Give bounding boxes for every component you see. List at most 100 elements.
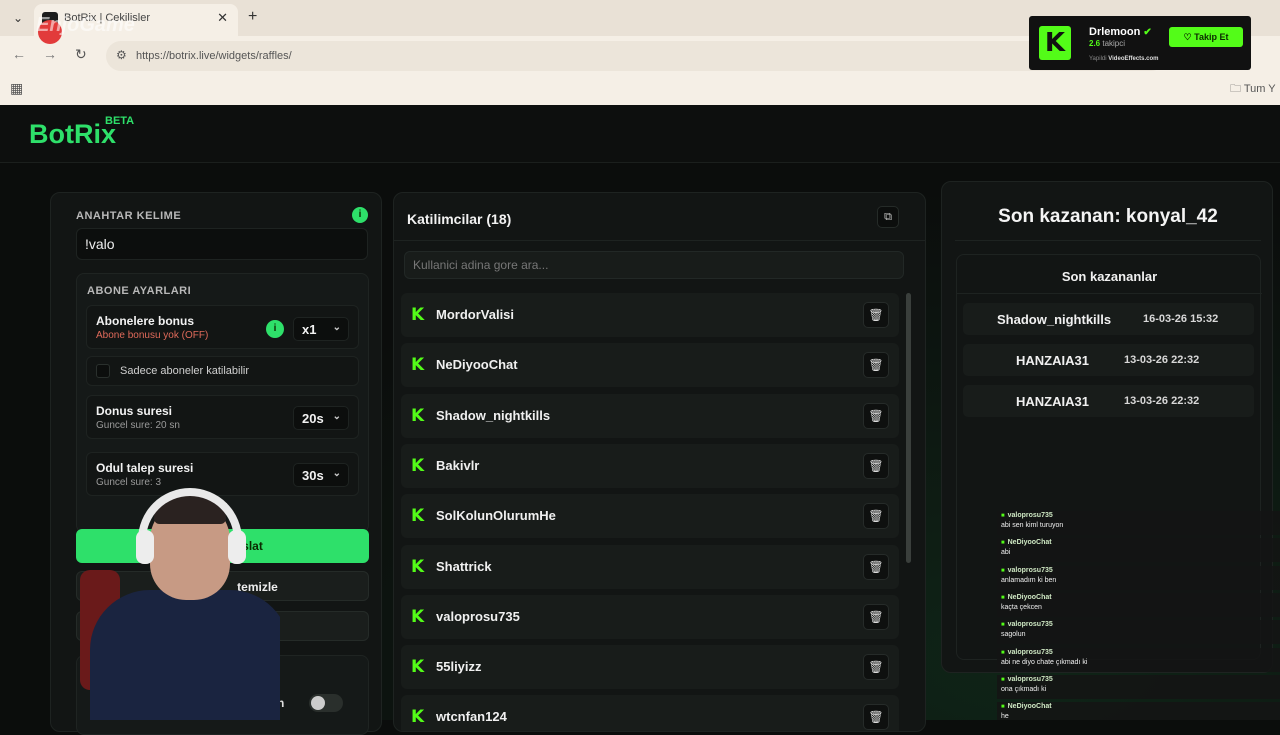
site-settings-icon[interactable]: ⚙ (116, 48, 127, 62)
participant-name: NeDiyooChat (436, 357, 518, 373)
keyword-input[interactable] (76, 228, 368, 260)
tab-search-dropdown-icon[interactable]: ⌄ (8, 8, 28, 28)
chat-message: NeDiyooChat kaçta çekcen (997, 592, 1280, 617)
kick-icon: K (411, 657, 425, 678)
sub-bonus-label: Abonelere bonus (96, 314, 195, 328)
sub-bonus-info-icon[interactable]: i (266, 320, 284, 338)
apps-grid-icon[interactable]: ▦ (10, 80, 23, 97)
chat-message: NeDiyooChat abi (997, 538, 1280, 563)
winner-date: 16-03-26 15:32 (1143, 313, 1219, 325)
delete-participant-button[interactable]: 🗑 (863, 352, 889, 379)
subs-only-label: Sadece aboneler katilabilir (120, 365, 250, 377)
kick-icon: K (411, 455, 425, 476)
beta-badge: BETA (105, 115, 135, 127)
delete-participant-button[interactable]: 🗑 (863, 553, 889, 580)
kick-icon: K (411, 506, 425, 527)
winner-name: HANZAIA31 (1016, 353, 1089, 368)
url-text[interactable]: https://botrix.live/widgets/raffles/ (136, 50, 292, 62)
delete-participant-button[interactable]: 🗑 (863, 302, 889, 328)
chat-message: valoprosu735 abi ne diyo chate çıkmadı ki (997, 647, 1280, 672)
chat-username: valoprosu735 (1001, 621, 1053, 628)
chat-text: he (1001, 713, 1009, 720)
duration-value: 20s (302, 411, 324, 426)
close-tab-icon[interactable]: ✕ (217, 10, 228, 26)
chat-username: valoprosu735 (1001, 649, 1053, 656)
back-icon[interactable]: ← (12, 46, 26, 62)
participant-name: SolKolunOlurumHe (436, 508, 556, 524)
reload-icon[interactable]: ↻ (75, 46, 87, 63)
subs-only-row[interactable]: Sadece aboneler katilabilir (86, 356, 359, 386)
streamer-name: Drlemoon ✔ (1089, 26, 1152, 38)
headset-earcup (136, 530, 154, 564)
duration-select[interactable]: 20s ⌄ (293, 406, 349, 430)
delete-participant-button[interactable]: 🗑 (863, 452, 889, 479)
participant-name: MordorValisi (436, 307, 515, 322)
participant-name: Shattrick (436, 558, 492, 574)
participant-row: K Shadow_nightkills 🗑 (401, 393, 899, 438)
verified-icon: ✔ (1143, 27, 1152, 38)
chat-overlay: valoprosu735 abi sen kiml turuyon NeDiyooC… (997, 503, 1280, 720)
follow-button-label: Takip Et (1194, 32, 1229, 42)
scrollbar[interactable] (906, 293, 911, 723)
scrollbar-thumb[interactable] (906, 293, 911, 563)
chat-text: sagolun (1001, 631, 1026, 639)
sub-bonus-value: x1 (302, 322, 317, 337)
settings-toggle[interactable] (309, 694, 343, 712)
claim-time-select[interactable]: 30s ⌄ (293, 463, 349, 487)
participant-row: K 55liyizz 🗑 (401, 645, 899, 690)
trash-icon: 🗑 (868, 408, 884, 423)
kick-icon: K (411, 707, 425, 728)
winner-row: HANZAIA31 13-03-26 22:32 (963, 385, 1254, 417)
headset-earcup (228, 530, 246, 564)
delete-participant-button[interactable]: 🗑 (863, 503, 889, 530)
participant-row: K Shattrick 🗑 (401, 544, 899, 589)
keyword-info-icon[interactable]: i (352, 207, 368, 223)
kick-icon: K (411, 355, 425, 376)
subs-only-checkbox[interactable] (96, 364, 110, 378)
delete-participant-button[interactable]: 🗑 (863, 654, 889, 681)
participant-row: K MordorValisi 🗑 (401, 293, 899, 337)
follower-count-label: takipci (1102, 39, 1126, 48)
delete-participant-button[interactable]: 🗑 (863, 603, 889, 630)
divider (957, 293, 1262, 294)
forward-icon[interactable]: → (43, 46, 57, 62)
kick-icon: K (411, 606, 425, 627)
chat-text: kaçta çekcen (1001, 603, 1042, 611)
new-tab-icon[interactable]: + (248, 8, 257, 26)
copy-icon[interactable]: ⧉ (877, 206, 899, 228)
delete-participant-button[interactable]: 🗑 (863, 402, 889, 429)
participant-name: valoprosu735 (436, 608, 520, 624)
chat-message: valoprosu735 anlamadım ki ben (997, 565, 1280, 590)
chat-username: valoprosu735 (1001, 676, 1053, 683)
participant-name: wtcnfan124 (436, 709, 507, 725)
all-bookmarks-folder[interactable]: 🗀 Tum Y (1230, 80, 1276, 99)
claim-time-label: Odul talep suresi (96, 461, 194, 475)
chat-text: anlamadım ki ben (1001, 576, 1057, 584)
participant-name: Shadow_nightkills (436, 407, 551, 423)
trash-icon: 🗑 (868, 358, 884, 373)
duration-row: Donus suresi Guncel sure: 20 sn 20s ⌄ (86, 395, 359, 439)
chevron-down-icon: ⌄ (332, 468, 341, 479)
participants-title: Katilimcilar (18) (407, 211, 512, 227)
winner-name: Shadow_nightkills (997, 312, 1112, 327)
chat-message: valoprosu735 abi sen kiml turuyon (997, 511, 1280, 535)
participants-panel: Katilimcilar (18) ⧉ K MordorValisi 🗑 K NeDiy… (393, 192, 926, 732)
winner-name: HANZAIA31 (1016, 394, 1089, 409)
chat-username: NeDiyooChat (1001, 594, 1052, 601)
bookmarks-bar: ▦ 🗀 Tum Y (0, 74, 1280, 104)
duration-label: Donus suresi (96, 404, 173, 418)
chat-message: NeDiyooChat he (997, 702, 1280, 720)
streamer-name-text: Drlemoon (1089, 26, 1141, 38)
trash-icon: 🗑 (868, 458, 884, 473)
trash-icon: 🗑 (868, 660, 884, 675)
follow-button[interactable]: ♡ Takip Et (1169, 27, 1243, 47)
chevron-down-icon: ⌄ (332, 322, 341, 333)
delete-participant-button[interactable]: 🗑 (863, 704, 889, 731)
chat-text: abi (1001, 549, 1011, 557)
participant-search-input[interactable] (404, 251, 904, 279)
participant-name: 55liyizz (436, 659, 482, 675)
address-bar[interactable]: ⚙ https://botrix.live/widgets/raffles/ (106, 41, 1166, 71)
participant-name: Bakivlr (436, 457, 480, 473)
sub-bonus-select[interactable]: x1 ⌄ (293, 317, 349, 341)
botrix-logo[interactable]: BotRix (29, 119, 116, 150)
